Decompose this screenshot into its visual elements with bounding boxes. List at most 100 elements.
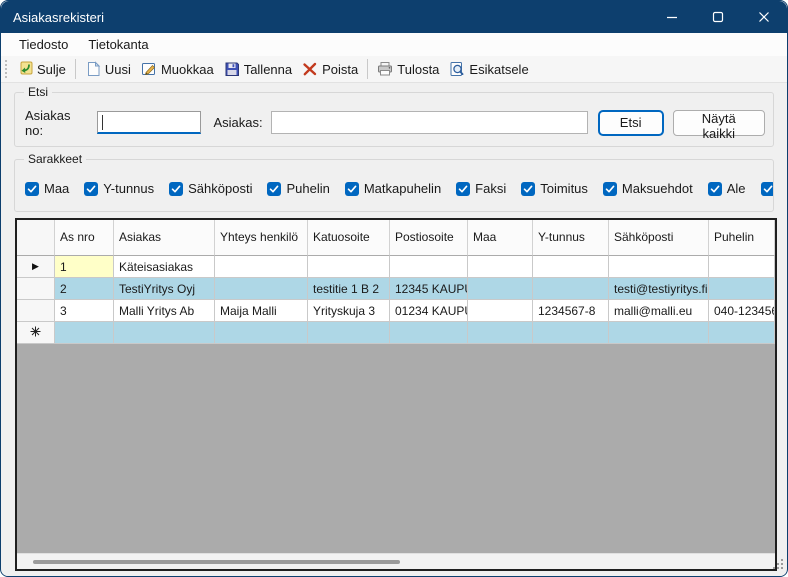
close-button[interactable]	[741, 1, 787, 33]
grid-cell[interactable]: 040-1234567	[709, 300, 775, 322]
customer-no-input[interactable]	[97, 111, 202, 134]
checkbox-label: Faksi	[475, 181, 506, 196]
grid-cell[interactable]	[709, 256, 775, 278]
grid-cell[interactable]	[215, 256, 308, 278]
grid-cell[interactable]	[114, 322, 215, 344]
preview-icon	[449, 61, 465, 77]
toolbar-button-poista[interactable]: Poista	[297, 58, 363, 80]
checkbox-label: Maksuehdot	[622, 181, 693, 196]
columns-group-label: Sarakkeet	[24, 152, 86, 166]
grid-cell[interactable]: TestiYritys Oyj	[114, 278, 215, 300]
row-selector[interactable]: ▶	[17, 256, 55, 278]
grid-cell[interactable]: testi@testiyritys.fi	[609, 278, 709, 300]
grid-header-as-nro[interactable]: As nro	[55, 220, 114, 256]
column-checkbox-toimitus[interactable]: Toimitus	[521, 181, 588, 196]
text-caret	[102, 115, 103, 130]
grid-cell[interactable]	[709, 278, 775, 300]
checkbox-checked-icon	[84, 182, 98, 196]
grid-cell[interactable]: 01234 KAUPUNKI	[390, 300, 468, 322]
toolbar-button-esikatsele[interactable]: Esikatsele	[444, 58, 533, 80]
grid-cell[interactable]: Käteisasiakas	[114, 256, 215, 278]
checkbox-checked-icon	[267, 182, 281, 196]
grid-header-postiosoite[interactable]: Postiosoite	[390, 220, 468, 256]
grid-header-katuosoite[interactable]: Katuosoite	[308, 220, 390, 256]
search-button[interactable]: Etsi	[598, 110, 664, 136]
grid-cell[interactable]	[390, 322, 468, 344]
toolbar-button-tallenna[interactable]: Tallenna	[219, 58, 297, 80]
toolbar-button-sulje[interactable]: Sulje	[12, 58, 71, 80]
maximize-button[interactable]	[695, 1, 741, 33]
resize-grip-icon[interactable]	[773, 556, 784, 574]
toolbar-button-tulosta[interactable]: Tulosta	[372, 58, 444, 80]
grid-cell[interactable]	[533, 256, 609, 278]
toolbar-button-uusi[interactable]: Uusi	[80, 58, 136, 80]
grid-cell[interactable]	[468, 256, 533, 278]
checkbox-checked-icon	[603, 182, 617, 196]
grid-header-maa[interactable]: Maa	[468, 220, 533, 256]
status-strip	[1, 571, 787, 576]
grid-empty-area	[17, 344, 775, 553]
grid-header-selector[interactable]	[17, 220, 55, 256]
grid-header-s-hk-posti[interactable]: Sähköposti	[609, 220, 709, 256]
grid-cell[interactable]: malli@malli.eu	[609, 300, 709, 322]
toolbar-button-muokkaa[interactable]: Muokkaa	[136, 58, 219, 80]
row-selector[interactable]	[17, 322, 55, 344]
grid-cell[interactable]: Malli Yritys Ab	[114, 300, 215, 322]
grid-cell[interactable]	[308, 256, 390, 278]
grid-cell[interactable]	[308, 322, 390, 344]
show-all-button[interactable]: Näytä kaikki	[673, 110, 765, 136]
exit-icon	[17, 61, 33, 77]
column-checkbox-maksuehdot[interactable]: Maksuehdot	[603, 181, 693, 196]
column-checkbox-puhelin[interactable]: Puhelin	[267, 181, 329, 196]
grid-cell[interactable]	[468, 300, 533, 322]
minimize-button[interactable]	[649, 1, 695, 33]
grid-header-yhteys-henkil-[interactable]: Yhteys henkilö	[215, 220, 308, 256]
menu-item-tiedosto[interactable]: Tiedosto	[9, 35, 78, 54]
grid-cell[interactable]	[533, 278, 609, 300]
grid-cell[interactable]	[709, 322, 775, 344]
grid-header-y-tunnus[interactable]: Y-tunnus	[533, 220, 609, 256]
column-checkbox-matkapuhelin[interactable]: Matkapuhelin	[345, 181, 441, 196]
customer-grid: As nroAsiakasYhteys henkilöKatuosoitePos…	[15, 218, 777, 571]
edit-icon	[141, 61, 157, 77]
scrollbar-thumb[interactable]	[33, 560, 400, 564]
new-row-asterisk-icon	[30, 326, 41, 340]
grid-cell[interactable]	[55, 322, 114, 344]
menu-bar: TiedostoTietokanta	[1, 33, 787, 56]
row-selector[interactable]	[17, 300, 55, 322]
save-icon	[224, 61, 240, 77]
column-checkbox-y-tunnus[interactable]: Y-tunnus	[84, 181, 154, 196]
grid-cell[interactable]	[215, 322, 308, 344]
grid-header-puhelin[interactable]: Puhelin	[709, 220, 775, 256]
grid-cell[interactable]	[468, 322, 533, 344]
grid-cell[interactable]	[215, 278, 308, 300]
grid-cell[interactable]: 3	[55, 300, 114, 322]
toolbar-button-label: Muokkaa	[161, 62, 214, 77]
grid-cell[interactable]: Maija Malli	[215, 300, 308, 322]
grid-cell[interactable]: testitie 1 B 2	[308, 278, 390, 300]
grid-cell[interactable]	[609, 322, 709, 344]
close-icon	[758, 11, 770, 23]
horizontal-scrollbar[interactable]	[17, 553, 775, 569]
grid-cell[interactable]: 2	[55, 278, 114, 300]
grid-cell[interactable]	[533, 322, 609, 344]
grid-cell[interactable]: Yrityskuja 3	[308, 300, 390, 322]
row-selector[interactable]	[17, 278, 55, 300]
column-checkbox-sähköposti[interactable]: Sähköposti	[169, 181, 252, 196]
grid-cell[interactable]: 1234567-8	[533, 300, 609, 322]
column-checkbox-faksi[interactable]: Faksi	[456, 181, 506, 196]
grid-cell[interactable]	[468, 278, 533, 300]
menu-item-tietokanta[interactable]: Tietokanta	[78, 35, 158, 54]
toolbar-button-label: Tallenna	[244, 62, 292, 77]
customer-input[interactable]	[271, 111, 588, 134]
column-checkbox-maa[interactable]: Maa	[25, 181, 69, 196]
toolbar-grip[interactable]	[5, 60, 9, 78]
checkbox-checked-icon	[456, 182, 470, 196]
grid-cell[interactable]: 1	[55, 256, 114, 278]
grid-cell[interactable]: 12345 KAUPUNKI	[390, 278, 468, 300]
column-checkbox-muistio[interactable]: Muistio	[761, 181, 773, 196]
grid-cell[interactable]	[609, 256, 709, 278]
grid-header-asiakas[interactable]: Asiakas	[114, 220, 215, 256]
column-checkbox-ale[interactable]: Ale	[708, 181, 746, 196]
grid-cell[interactable]	[390, 256, 468, 278]
